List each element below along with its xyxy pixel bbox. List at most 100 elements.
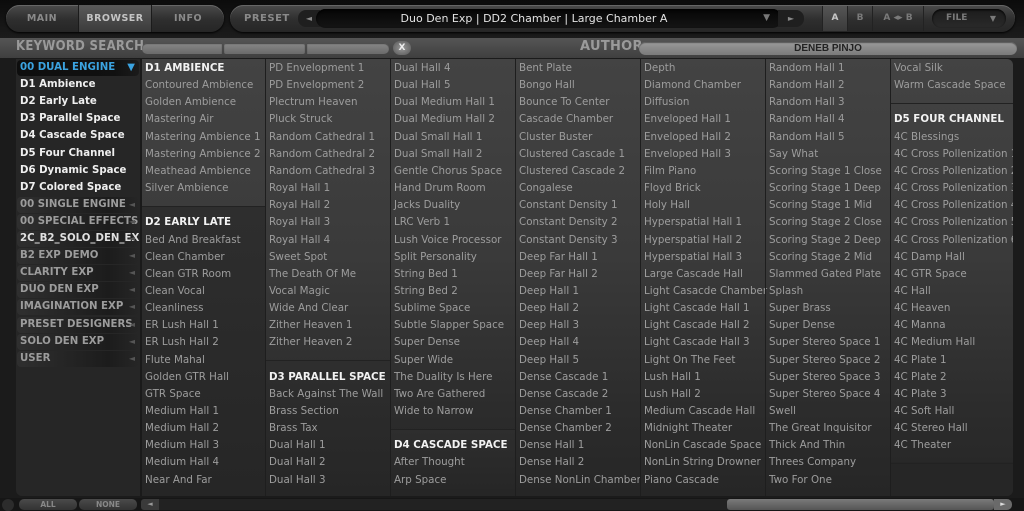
sidebar-item[interactable]: D7 Colored Space xyxy=(17,180,139,196)
preset-item[interactable]: Hyperspatial Hall 3 xyxy=(644,249,742,266)
preset-item[interactable]: 4C Blessings xyxy=(894,129,959,146)
preset-item[interactable]: Medium Hall 3 xyxy=(145,437,219,454)
preset-item[interactable]: Medium Hall 4 xyxy=(145,454,219,471)
preset-item[interactable]: Deep Hall 3 xyxy=(519,317,579,334)
sidebar-item[interactable]: D5 Four Channel xyxy=(17,146,139,162)
preset-item[interactable]: Random Hall 5 xyxy=(769,129,845,146)
preset-item[interactable]: 4C Cross Pollenization 3 xyxy=(894,180,1013,197)
preset-item[interactable]: Bounce To Center xyxy=(519,94,609,111)
preset-item[interactable]: Diffusion xyxy=(644,94,689,111)
preset-item[interactable]: Scoring Stage 2 Close xyxy=(769,214,882,231)
preset-item[interactable]: Dual Hall 2 xyxy=(269,454,326,471)
preset-item[interactable]: Two Are Gathered xyxy=(394,386,485,403)
preset-item[interactable]: Film Piano xyxy=(644,163,696,180)
preset-item[interactable]: Dual Hall 5 xyxy=(394,77,451,94)
scroll-left-button[interactable]: ◄ xyxy=(141,499,159,510)
sidebar-item[interactable]: D4 Cascade Space xyxy=(17,128,139,144)
preset-item[interactable]: Dual Medium Hall 2 xyxy=(394,111,495,128)
preset-item[interactable]: 4C Stereo Hall xyxy=(894,420,968,437)
preset-item[interactable]: 4C Theater xyxy=(894,437,951,454)
preset-item[interactable]: Mastering Ambience 1 xyxy=(145,129,261,146)
preset-item[interactable]: Constant Density 1 xyxy=(519,197,618,214)
preset-item[interactable]: Congalese xyxy=(519,180,573,197)
preset-item[interactable]: Royal Hall 2 xyxy=(269,197,330,214)
preset-item[interactable]: Deep Far Hall 1 xyxy=(519,249,598,266)
preset-item[interactable]: Royal Hall 4 xyxy=(269,232,330,249)
preset-item[interactable]: Scoring Stage 1 Close xyxy=(769,163,882,180)
preset-item[interactable]: Dual Medium Hall 1 xyxy=(394,94,495,111)
preset-item[interactable]: Constant Density 3 xyxy=(519,232,618,249)
preset-item[interactable]: The Duality Is Here xyxy=(394,369,492,386)
preset-item[interactable]: 4C Cross Pollenization 2 xyxy=(894,163,1013,180)
sidebar-item[interactable]: 2C_B2_SOLO_DEN_EXP ◄ xyxy=(17,231,147,247)
preset-item[interactable]: Super Wide xyxy=(394,352,453,369)
preset-item[interactable]: Dense Chamber 1 xyxy=(519,403,612,420)
preset-item[interactable]: Dual Hall 1 xyxy=(269,437,326,454)
preset-item[interactable]: Wide to Narrow xyxy=(394,403,473,420)
preset-item[interactable]: Contoured Ambience xyxy=(145,77,253,94)
preset-item[interactable]: Meathead Ambience xyxy=(145,163,251,180)
preset-item[interactable]: Super Stereo Space 4 xyxy=(769,386,880,403)
preset-item[interactable]: Silver Ambience xyxy=(145,180,229,197)
preset-item[interactable]: Hyperspatial Hall 1 xyxy=(644,214,742,231)
preset-item[interactable]: 4C Damp Hall xyxy=(894,249,965,266)
preset-item[interactable]: The Death Of Me xyxy=(269,266,356,283)
preset-item[interactable]: Random Hall 1 xyxy=(769,60,845,77)
keyword-field-2[interactable] xyxy=(224,43,305,54)
preset-item[interactable]: Medium Hall 2 xyxy=(145,420,219,437)
preset-item[interactable]: Warm Cascade Space xyxy=(894,77,1006,94)
preset-item[interactable]: Light On The Feet xyxy=(644,352,735,369)
preset-item[interactable]: 4C Cross Pollenization 5 xyxy=(894,214,1013,231)
author-field[interactable]: DENEB PINJO xyxy=(639,42,1017,55)
preset-item[interactable]: Random Cathedral 3 xyxy=(269,163,375,180)
tab-browser[interactable]: BROWSER xyxy=(79,5,152,32)
preset-item[interactable]: Random Hall 2 xyxy=(769,77,845,94)
preset-item[interactable]: Dense Hall 2 xyxy=(519,454,584,471)
keyword-field-3[interactable] xyxy=(307,43,389,54)
preset-item[interactable]: Floyd Brick xyxy=(644,180,701,197)
clear-search-button[interactable]: X xyxy=(393,41,411,55)
sidebar-item[interactable]: CLARITY EXP ◄ xyxy=(17,265,139,282)
preset-item[interactable]: PD Envelopment 2 xyxy=(269,77,364,94)
preset-item[interactable]: Brass Tax xyxy=(269,420,318,437)
preset-item[interactable]: Bongo Hall xyxy=(519,77,575,94)
preset-item[interactable]: Vocal Silk xyxy=(894,60,943,77)
preset-item[interactable]: ER Lush Hall 2 xyxy=(145,334,219,351)
preset-item[interactable]: Two For One xyxy=(769,472,832,489)
preset-item[interactable]: Deep Far Hall 2 xyxy=(519,266,598,283)
preset-item[interactable]: Midnight Theater xyxy=(644,420,732,437)
preset-item[interactable]: Lush Hall 2 xyxy=(644,386,701,403)
preset-item[interactable]: String Bed 1 xyxy=(394,266,458,283)
preset-item[interactable]: PD Envelopment 1 xyxy=(269,60,364,77)
sidebar-item[interactable]: B2 EXP DEMO ◄ xyxy=(17,248,139,265)
preset-item[interactable]: Mastering Ambience 2 xyxy=(145,146,261,163)
preset-item[interactable]: Scoring Stage 2 Deep xyxy=(769,232,881,249)
preset-item[interactable]: Clean Chamber xyxy=(145,249,225,266)
preset-item[interactable]: Dense NonLin Chamber xyxy=(519,472,641,489)
preset-item[interactable]: Threes Company xyxy=(769,454,856,471)
preset-item[interactable]: Wide And Clear xyxy=(269,300,348,317)
compare-a-button[interactable]: A xyxy=(822,6,847,31)
preset-item[interactable]: Gentle Chorus Space xyxy=(394,163,502,180)
preset-item[interactable]: Depth xyxy=(644,60,675,77)
preset-item[interactable]: Clean Vocal xyxy=(145,283,205,300)
preset-item[interactable]: Piano Cascade xyxy=(644,472,719,489)
preset-item[interactable]: Super Stereo Space 2 xyxy=(769,352,880,369)
preset-item[interactable]: Light Casacde Chamber xyxy=(644,283,767,300)
preset-item[interactable]: Enveloped Hall 2 xyxy=(644,129,731,146)
preset-item[interactable]: 4C Plate 2 xyxy=(894,369,947,386)
preset-item[interactable]: Dual Small Hall 1 xyxy=(394,129,482,146)
preset-item[interactable]: Split Personality xyxy=(394,249,477,266)
preset-item[interactable]: GTR Space xyxy=(145,386,201,403)
preset-item[interactable]: 4C Manna xyxy=(894,317,946,334)
preset-item[interactable]: Sublime Space xyxy=(394,300,470,317)
preset-item[interactable]: Dense Cascade 1 xyxy=(519,369,608,386)
preset-item[interactable]: Super Stereo Space 3 xyxy=(769,369,880,386)
compare-b-button[interactable]: B xyxy=(847,6,872,31)
horizontal-scrollbar[interactable] xyxy=(159,499,1009,510)
preset-item[interactable]: Medium Hall 1 xyxy=(145,403,219,420)
preset-item[interactable]: Large Cascade Hall xyxy=(644,266,743,283)
preset-selector[interactable]: Duo Den Exp | DD2 Chamber | Large Chambe… xyxy=(316,9,782,28)
preset-item[interactable]: String Bed 2 xyxy=(394,283,458,300)
sidebar-item[interactable]: D3 Parallel Space xyxy=(17,111,139,127)
